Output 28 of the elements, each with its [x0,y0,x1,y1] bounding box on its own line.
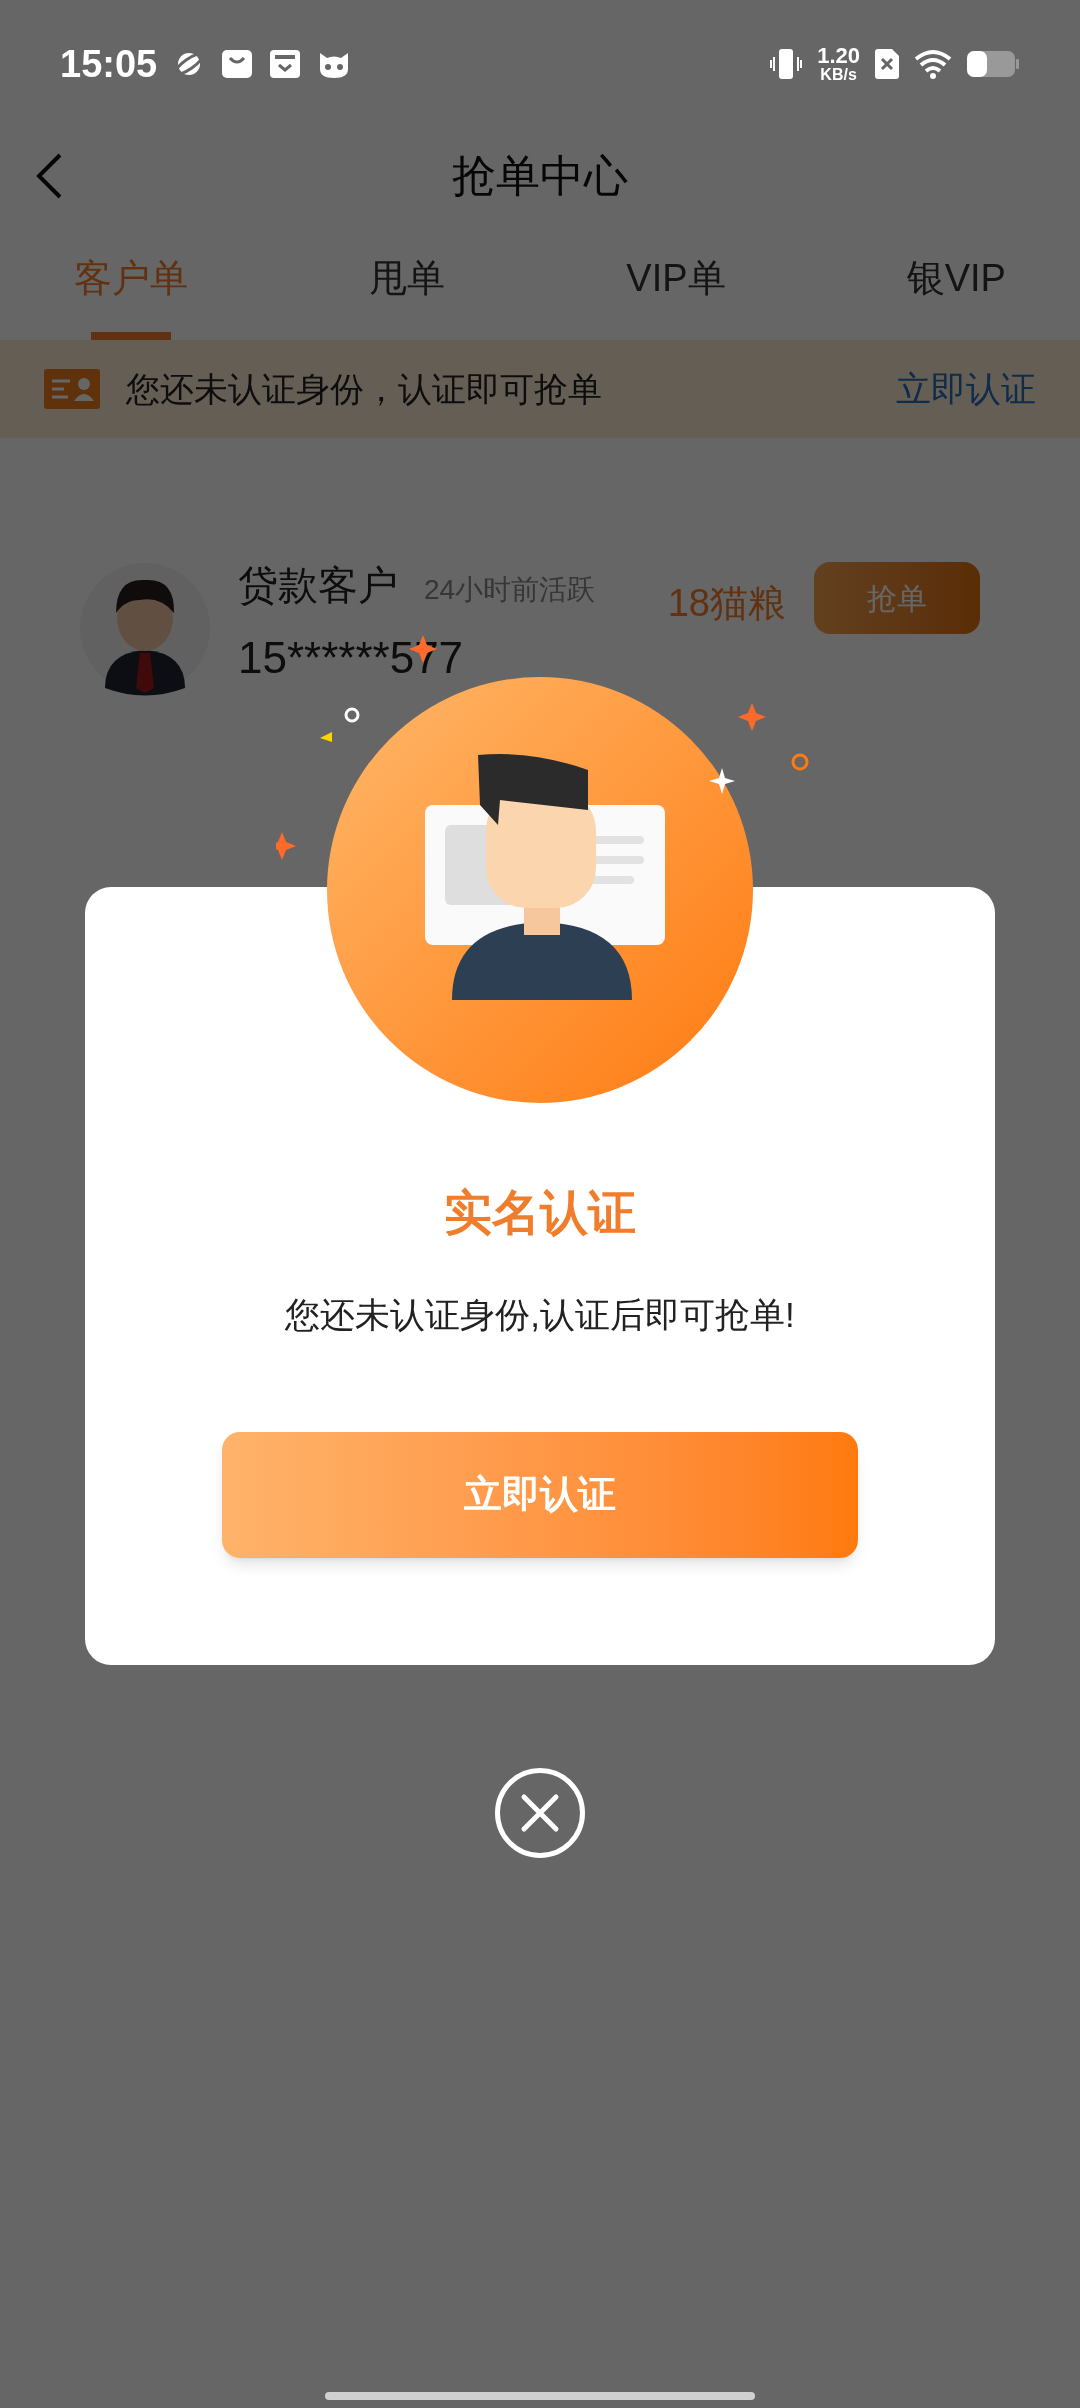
tab[interactable]: 银VIP [878,216,1034,340]
back-button[interactable] [34,152,64,200]
close-button[interactable] [495,1768,585,1858]
tab[interactable]: 甩单 [341,216,474,340]
customer-name: 贷款客户 [238,562,398,609]
verify-now-button[interactable]: 立即认证 [222,1431,858,1558]
wifi-icon [914,49,952,79]
speed-unit: KB/s [820,67,857,83]
clock-time: 15:05 [60,41,158,87]
sim-card-icon [874,48,900,80]
speed-value: 1.20 [817,45,860,67]
tab[interactable]: 客户单 [46,216,216,340]
dialog-message: 您还未认证身份,认证后即可抢单! [285,1294,795,1336]
grab-order-button[interactable]: 抢单 [814,562,980,634]
bag-icon [221,48,254,80]
close-icon [520,1793,560,1833]
verify-now-link[interactable]: 立即认证 [896,362,1036,416]
inbox-icon [269,48,302,80]
back-icon [34,152,64,200]
price-label: 18猫粮 [667,580,786,626]
id-card-icon [44,369,100,409]
battery-icon [966,50,1020,78]
dialog-title: 实名认证 [444,1185,636,1241]
vibrate-icon [769,47,804,81]
page-title: 抢单中心 [452,150,628,202]
banner-message: 您还未认证身份，认证即可抢单 [126,368,602,410]
tab[interactable]: VIP单 [598,216,754,340]
phone-number: 15******577 [238,632,465,684]
